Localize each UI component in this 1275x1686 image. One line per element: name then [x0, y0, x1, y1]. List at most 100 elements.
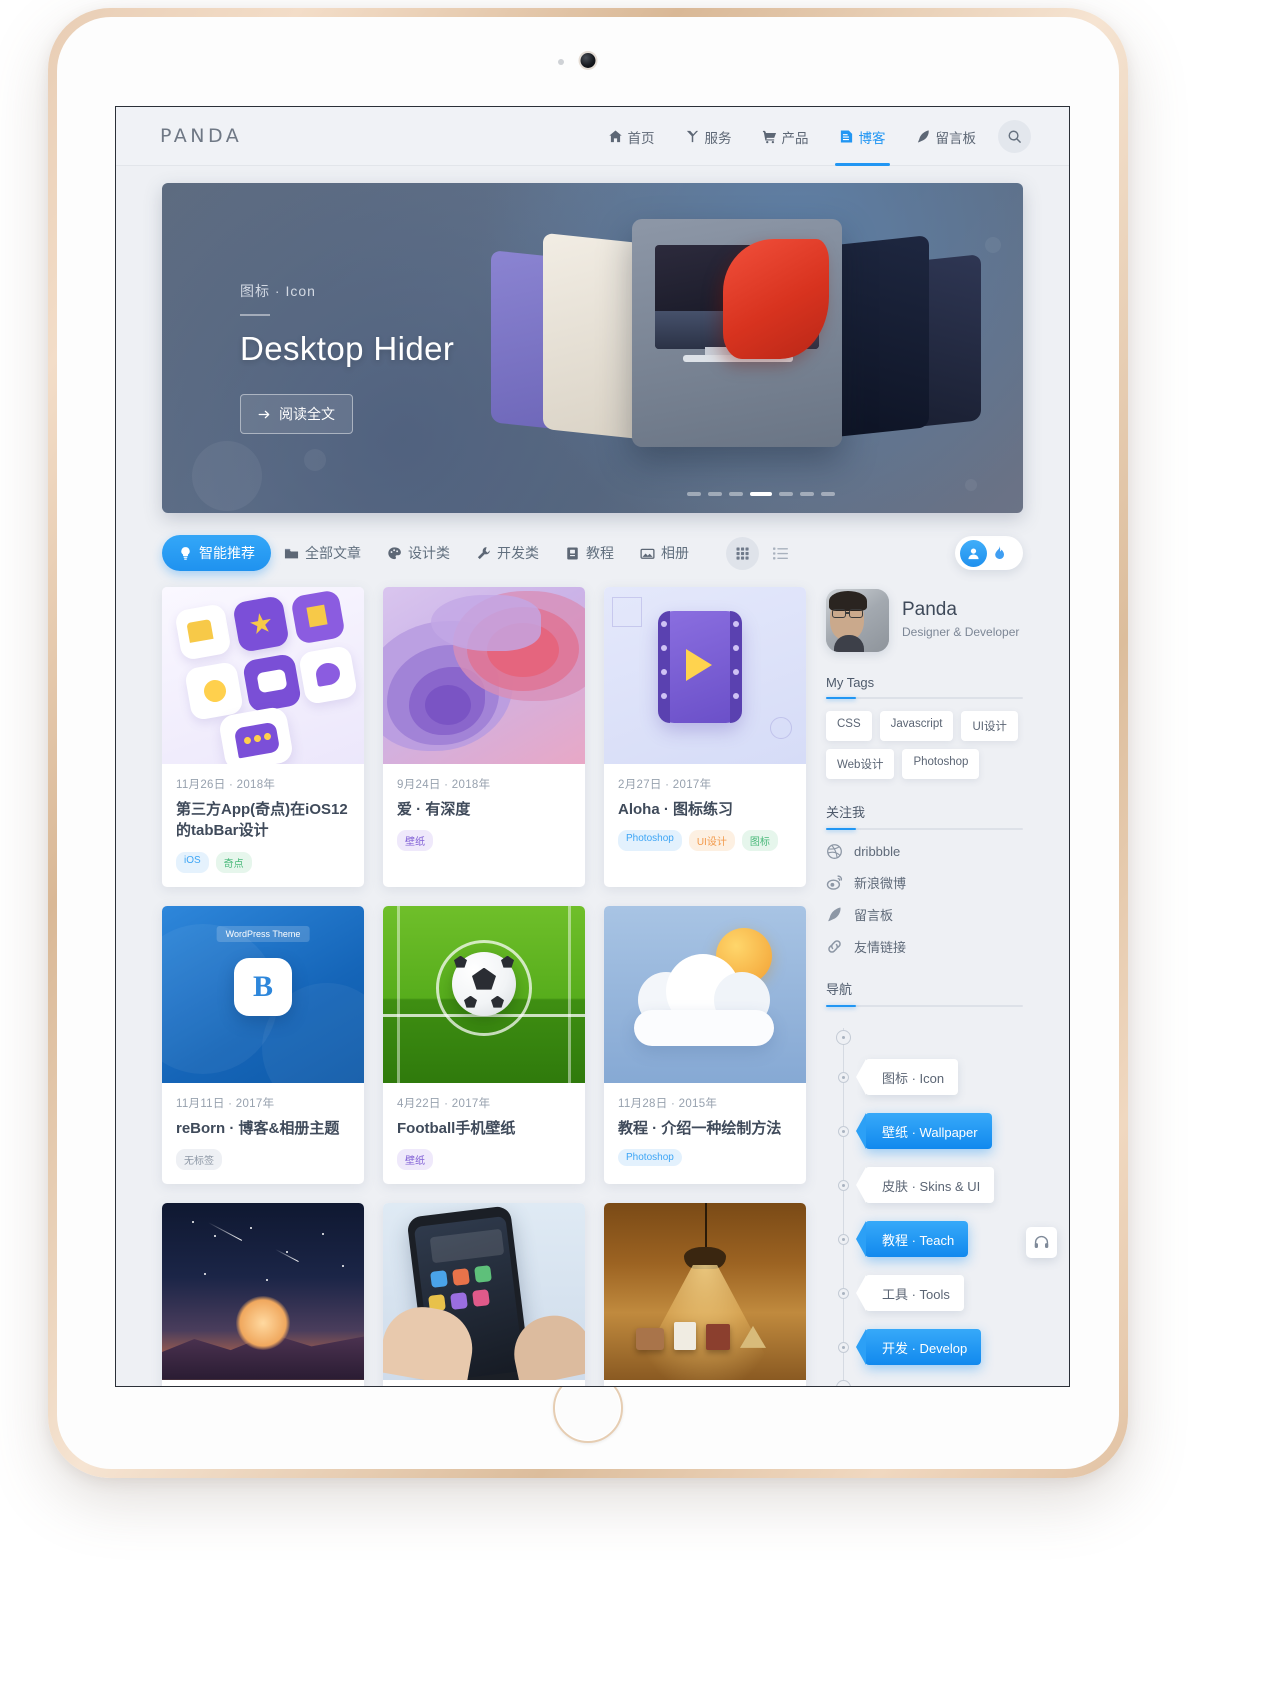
carousel-dot[interactable]	[779, 492, 793, 496]
nav-chip-wallpaper[interactable]: 壁纸 · Wallpaper	[856, 1113, 992, 1149]
timeline-row[interactable]: 开发 · Develop	[838, 1320, 1023, 1374]
article-card[interactable]: 2月27日 · 2017年 Aloha · 图标练习 Photoshop UI设…	[604, 587, 806, 887]
article-card[interactable]: 11月26日 · 2018年 第三方App(奇点)在iOS12的tabBar设计…	[162, 587, 364, 887]
timeline-row[interactable]: 壁纸 · Wallpaper	[838, 1104, 1023, 1158]
card-thumbnail: B WordPress Theme	[162, 905, 364, 1083]
hero-title: Desktop Hider	[240, 330, 455, 367]
carousel-dot[interactable]	[821, 492, 835, 496]
card-badge: WordPress Theme	[216, 925, 310, 942]
tag-chip[interactable]: Photoshop	[902, 749, 980, 779]
carousel-dot[interactable]	[708, 492, 722, 496]
nav-chip-teach[interactable]: 教程 · Teach	[855, 1221, 969, 1257]
card-body: 4月16日 · 2016年 私藏壁纸一张	[162, 1380, 364, 1386]
carousel-dot[interactable]	[687, 492, 701, 496]
list-view-button[interactable]	[769, 542, 791, 564]
nav-item-blog[interactable]: 博客	[834, 108, 890, 166]
page-scroll-area[interactable]: PANDA 首页 服务 产品 博客 留言板 图标 · Icon Desktop …	[116, 107, 1069, 1386]
profile-block: Panda Designer & Developer	[826, 589, 1023, 652]
card-title: Aloha · 图标练习	[618, 801, 733, 818]
tag-chip[interactable]: Javascript	[879, 711, 954, 741]
filter-label: 设计类	[408, 545, 450, 561]
nav-chip-icon[interactable]: 图标 · Icon	[855, 1059, 959, 1095]
nav-item-service[interactable]: 服务	[681, 108, 736, 165]
card-tag[interactable]: 壁纸	[397, 1148, 433, 1170]
support-float-button[interactable]	[1026, 1227, 1057, 1258]
article-card[interactable]: 9月24日 · 2018年 爱 · 有深度 壁纸	[383, 587, 585, 887]
grid-view-button[interactable]	[726, 536, 759, 570]
nav-label: 服务	[704, 130, 732, 146]
profile-text: Panda Designer & Developer	[902, 599, 1019, 641]
carousel-dot[interactable]	[800, 492, 814, 496]
dribbble-icon	[827, 844, 842, 859]
card-tag[interactable]: 无标签	[176, 1148, 222, 1170]
filter-chip-recommend[interactable]: 智能推荐	[162, 535, 271, 571]
hero-read-more-button[interactable]: 阅读全文	[240, 394, 353, 434]
card-tag[interactable]: 壁纸	[397, 830, 433, 852]
nav-label: 留言板	[935, 130, 977, 146]
card-tag[interactable]: Photoshop	[618, 1148, 682, 1166]
site-logo[interactable]: PANDA	[160, 125, 242, 147]
card-body: 4月22日 · 2017年 Football手机壁纸 壁纸	[383, 1083, 585, 1184]
article-card[interactable]: B WordPress Theme 11月11日 · 2017年 reBorn …	[162, 905, 364, 1184]
article-card[interactable]: 4月16日 · 2016年 私藏壁纸一张	[162, 1202, 364, 1386]
timeline-row[interactable]: 工具 · Tools	[838, 1266, 1023, 1320]
tag-chip[interactable]: UI设计	[961, 711, 1018, 741]
card-tag[interactable]: Photoshop	[618, 830, 682, 852]
timeline-node	[838, 1179, 849, 1191]
card-thumbnail	[383, 1202, 585, 1380]
timeline-row[interactable]: 图标 · Icon	[838, 1050, 1023, 1104]
content-area: 11月26日 · 2018年 第三方App(奇点)在iOS12的tabBar设计…	[162, 587, 1023, 1386]
follow-label: 留言板	[854, 908, 894, 923]
card-tag[interactable]: iOS	[176, 851, 209, 873]
nav-item-guestbook[interactable]: 留言板	[912, 108, 981, 165]
tag-chip[interactable]: Web设计	[826, 749, 895, 779]
card-tag-list: 壁纸	[397, 830, 571, 852]
nav-item-products[interactable]: 产品	[758, 108, 813, 165]
nav-chip-skins[interactable]: 皮肤 · Skins & UI	[855, 1167, 995, 1203]
follow-link-friends[interactable]: 友情链接	[826, 937, 1023, 956]
timeline-node	[838, 1233, 849, 1245]
hero-banner[interactable]: 图标 · Icon Desktop Hider 阅读全文	[162, 183, 1023, 513]
filter-chip-design[interactable]: 设计类	[374, 535, 463, 571]
timeline-row[interactable]: 教程 · Teach	[838, 1212, 1023, 1266]
follow-link-dribbble[interactable]: dribbble	[826, 843, 1023, 860]
card-tag-list: 壁纸	[397, 1148, 571, 1170]
timeline-row[interactable]: 皮肤 · Skins & UI	[838, 1158, 1023, 1212]
card-tag-list: 无标签	[176, 1148, 350, 1170]
follow-link-weibo[interactable]: 新浪微博	[826, 873, 1023, 892]
filter-chip-all[interactable]: 全部文章	[271, 535, 374, 571]
avatar	[826, 589, 889, 652]
card-title: 第三方App(奇点)在iOS12的tabBar设计	[176, 801, 348, 840]
search-button[interactable]	[998, 119, 1031, 153]
carousel-dot-active[interactable]	[750, 492, 772, 496]
card-thumbnail	[162, 1202, 364, 1380]
follow-label: 新浪微博	[854, 876, 907, 891]
filter-chip-album[interactable]: 相册	[627, 535, 702, 571]
filter-chip-development[interactable]: 开发类	[463, 535, 552, 571]
user-avatar-button[interactable]	[960, 539, 987, 567]
nav-chip-develop[interactable]: 开发 · Develop	[855, 1329, 982, 1365]
card-tag[interactable]: 奇点	[215, 851, 252, 873]
card-date: 11月26日 · 2018年	[176, 779, 276, 791]
hero-carousel-dots[interactable]	[687, 492, 835, 496]
hero-decor-blob	[192, 441, 262, 511]
article-card[interactable]: 11月28日 · 2015年 教程 · 介绍一种绘制方法 Photoshop	[604, 905, 806, 1184]
tag-chip[interactable]: CSS	[826, 711, 872, 741]
card-tag[interactable]: 图标	[741, 830, 778, 852]
card-title: 爱 · 有深度	[397, 801, 471, 818]
article-card[interactable]: 4月22日 · 2017年 Football手机壁纸 壁纸	[383, 905, 585, 1184]
flame-icon[interactable]	[991, 545, 1007, 561]
filter-chip-tutorial[interactable]: 教程	[552, 535, 627, 571]
follow-link-guestbook[interactable]: 留言板	[826, 905, 1023, 924]
my-tags-list: CSS Javascript UI设计 Web设计 Photoshop	[826, 711, 1023, 779]
nav-chip-tools[interactable]: 工具 · Tools	[856, 1275, 964, 1311]
article-card[interactable]: 11月20日 · 2015年 OrgRar · WinRAR主题	[604, 1202, 806, 1386]
nav-item-home[interactable]: 首页	[604, 108, 659, 165]
filter-label: 教程	[586, 545, 614, 561]
timeline-start	[836, 1024, 1023, 1050]
card-tag[interactable]: UI设计	[688, 830, 735, 852]
carousel-dot[interactable]	[729, 492, 743, 496]
user-quick-actions[interactable]	[955, 536, 1023, 570]
article-card[interactable]: 11月20日 · 2015年 flyme手机主题 Photoshop UI设计	[383, 1202, 585, 1386]
home-icon	[608, 129, 623, 144]
